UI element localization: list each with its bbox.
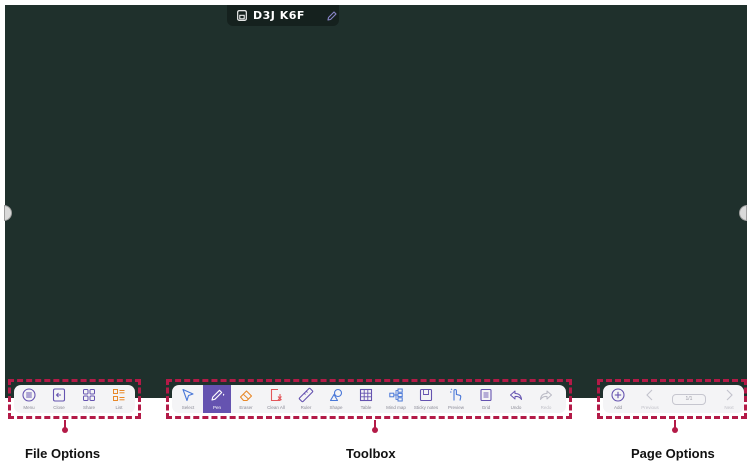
- eraser-tool-button[interactable]: Eraser: [231, 385, 261, 413]
- table-tool-button[interactable]: Table: [351, 385, 381, 413]
- ruler-tool-button[interactable]: Ruler: [291, 385, 321, 413]
- shape-label: Shape: [329, 405, 343, 410]
- redo-button[interactable]: Redo: [531, 385, 561, 413]
- sticky-notes-tool-button[interactable]: Sticky notes: [411, 385, 441, 413]
- list-label: List: [115, 405, 123, 410]
- chevron-right-icon: [726, 389, 733, 401]
- page-counter: 1/1: [672, 393, 706, 405]
- pen-label: Pen: [212, 405, 221, 410]
- page-options-callout-line: [672, 420, 678, 433]
- file-options-callout-line: [62, 420, 68, 433]
- select-label: Select: [181, 405, 195, 410]
- clean-all-tool-button[interactable]: Clean All: [261, 385, 291, 413]
- list-icon: [113, 389, 125, 401]
- menu-icon: [22, 388, 36, 402]
- board-title-bar: D3J K6F: [227, 5, 339, 26]
- clean-all-label: Clean All: [267, 405, 285, 410]
- grid-label: Grid: [481, 405, 491, 410]
- mind-map-tool-button[interactable]: Mind map: [381, 385, 411, 413]
- redo-label: Redo: [540, 405, 552, 410]
- next-page-button[interactable]: Next: [716, 385, 742, 413]
- sticky-notes-label: Sticky notes: [413, 405, 439, 410]
- whiteboard-canvas[interactable]: [5, 5, 747, 398]
- screenshot: D3J K6F Menu Close Share List Select Pen…: [0, 0, 751, 465]
- add-label: Add: [613, 405, 622, 410]
- share-label: Share: [82, 405, 95, 410]
- share-button[interactable]: Share: [74, 385, 104, 413]
- toolbox-bar: Select Pen Eraser Clean All Ruler Shape …: [172, 385, 566, 413]
- mind-map-label: Mind map: [386, 405, 406, 410]
- page-options-bar: Add Previous 1/1 Next: [603, 385, 744, 413]
- eraser-label: Eraser: [239, 405, 253, 410]
- ruler-label: Ruler: [300, 405, 312, 410]
- previous-label: Previous: [641, 405, 659, 410]
- board-title: D3J K6F: [253, 9, 305, 22]
- select-icon: [182, 388, 194, 402]
- menu-button[interactable]: Menu: [14, 385, 44, 413]
- next-label: Next: [724, 405, 734, 410]
- pen-icon: [211, 389, 225, 401]
- file-options-callout: File Options: [25, 446, 101, 461]
- chevron-left-icon: [646, 389, 653, 401]
- shape-icon: [329, 388, 343, 402]
- ruler-icon: [298, 387, 314, 403]
- menu-label: Menu: [23, 405, 35, 410]
- toolbox-callout-line: [372, 420, 378, 433]
- eraser-icon: [239, 390, 253, 402]
- page-options-callout: Page Options: [631, 446, 715, 461]
- table-label: Table: [360, 405, 372, 410]
- pencil-icon: [327, 10, 337, 21]
- file-options-bar: Menu Close Share List: [14, 385, 135, 413]
- undo-button[interactable]: Undo: [501, 385, 531, 413]
- add-icon: [611, 388, 625, 402]
- toolbox-callout: Toolbox: [346, 446, 396, 461]
- sticky-notes-icon: [419, 388, 433, 402]
- clean-all-icon: [270, 388, 282, 402]
- document-icon: [237, 10, 247, 21]
- undo-label: Undo: [510, 405, 522, 410]
- preview-label: Preview: [447, 405, 464, 410]
- close-label: Close: [53, 405, 65, 410]
- close-file-icon: [52, 388, 66, 402]
- undo-icon: [510, 390, 522, 400]
- redo-icon: [540, 390, 552, 400]
- table-icon: [359, 388, 373, 402]
- share-icon: [83, 389, 95, 401]
- close-button[interactable]: Close: [44, 385, 74, 413]
- edit-title-button[interactable]: [325, 9, 339, 23]
- preview-tool-button[interactable]: Preview: [441, 385, 471, 413]
- pen-tool-button[interactable]: Pen: [203, 385, 231, 413]
- select-tool-button[interactable]: Select: [173, 385, 203, 413]
- preview-icon: [450, 388, 462, 401]
- grid-icon: [480, 388, 492, 402]
- mind-map-icon: [389, 388, 403, 402]
- previous-page-button[interactable]: Previous: [633, 385, 667, 413]
- grid-tool-button[interactable]: Grid: [471, 385, 501, 413]
- shape-tool-button[interactable]: Shape: [321, 385, 351, 413]
- list-button[interactable]: List: [104, 385, 134, 413]
- add-page-button[interactable]: Add: [603, 385, 633, 413]
